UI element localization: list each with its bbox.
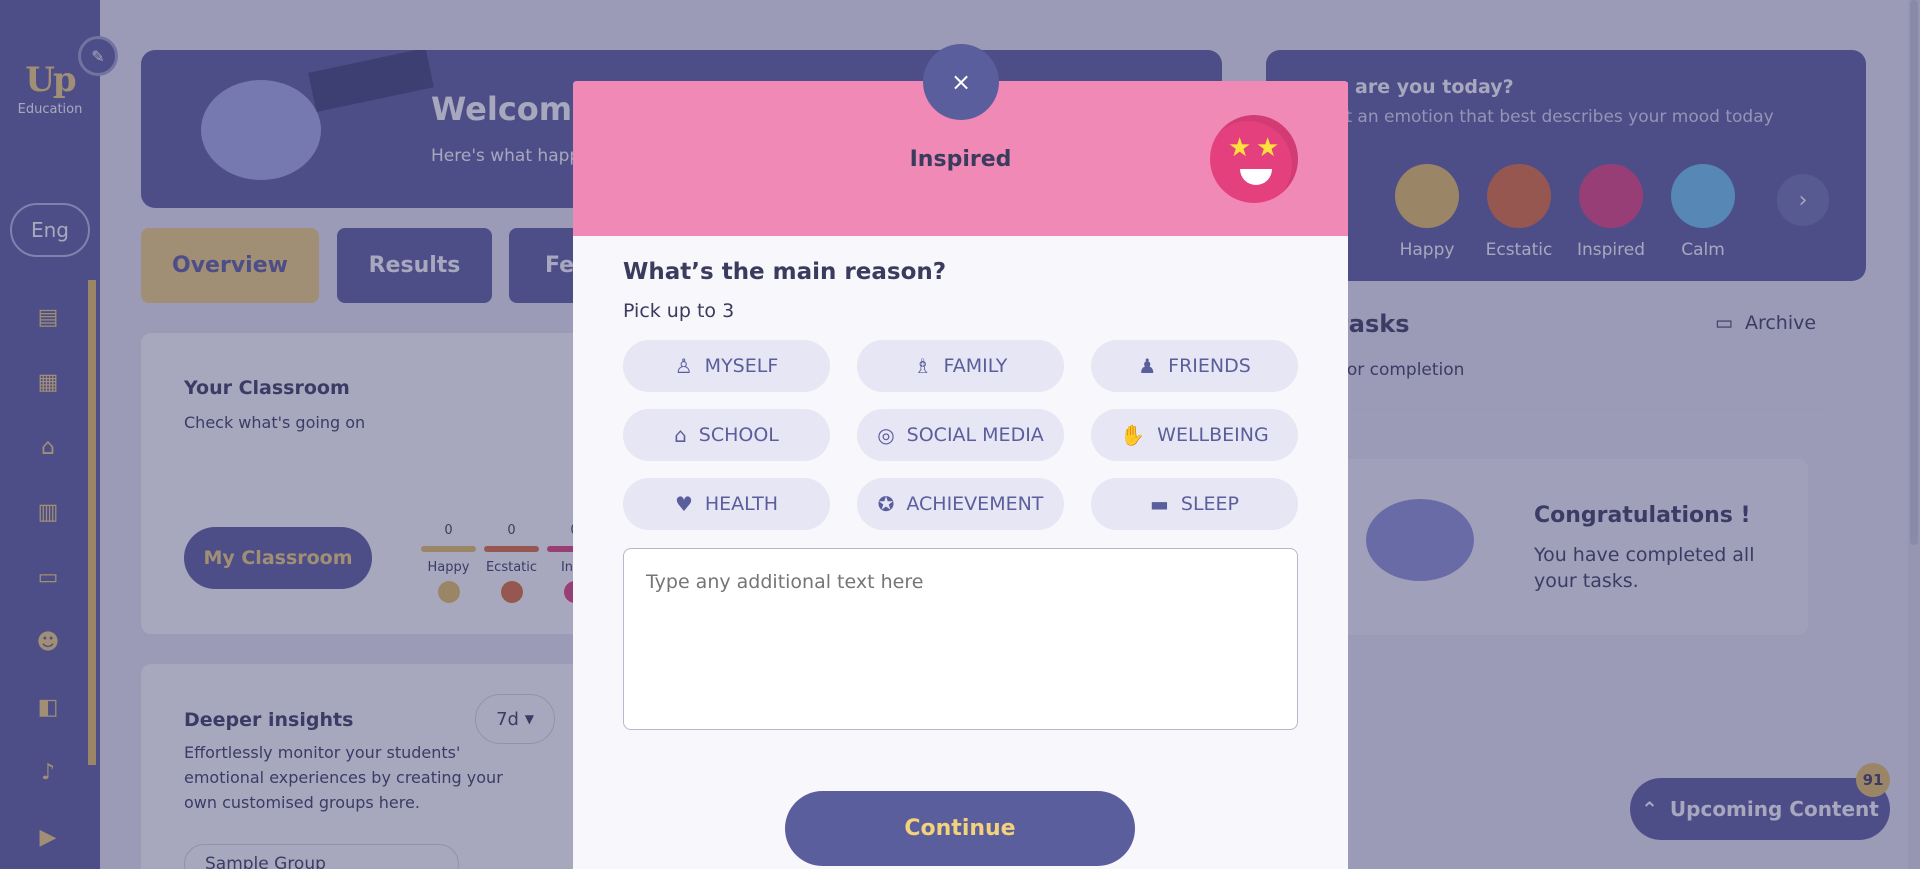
school-icon: ⌂ — [674, 423, 687, 447]
reason-label: SOCIAL MEDIA — [906, 424, 1044, 446]
reason-sleep[interactable]: ▬ SLEEP — [1091, 478, 1298, 530]
reason-achievement[interactable]: ✪ ACHIEVEMENT — [857, 478, 1064, 530]
reason-label: MYSELF — [704, 355, 779, 377]
wellbeing-icon: ✋ — [1120, 423, 1146, 447]
reason-wellbeing[interactable]: ✋ WELLBEING — [1091, 409, 1298, 461]
star-eye-icon: ★ — [1256, 133, 1280, 163]
reason-health[interactable]: ♥ HEALTH — [623, 478, 830, 530]
additional-text-input[interactable] — [623, 548, 1298, 730]
reason-label: ACHIEVEMENT — [906, 493, 1044, 515]
reason-modal: Inspired ★ ★ What’s the main reason? Pic… — [573, 81, 1348, 869]
reason-label: WELLBEING — [1157, 424, 1269, 446]
modal-hint: Pick up to 3 — [623, 300, 735, 322]
reason-label: SCHOOL — [698, 424, 779, 446]
reason-label: SLEEP — [1180, 493, 1240, 515]
social-media-icon: ◎ — [877, 423, 895, 447]
reason-social-media[interactable]: ◎ SOCIAL MEDIA — [857, 409, 1064, 461]
reason-family[interactable]: ♗ FAMILY — [857, 340, 1064, 392]
reason-myself[interactable]: ♙ MYSELF — [623, 340, 830, 392]
person-icon: ♙ — [674, 354, 693, 378]
reason-friends[interactable]: ♟ FRIENDS — [1091, 340, 1298, 392]
modal-question: What’s the main reason? — [623, 259, 947, 285]
reason-label: FRIENDS — [1168, 355, 1251, 377]
continue-button[interactable]: Continue — [785, 791, 1135, 866]
sleep-icon: ▬ — [1149, 492, 1169, 516]
achievement-icon: ✪ — [877, 492, 895, 516]
smile-mouth — [1240, 169, 1272, 185]
reason-school[interactable]: ⌂ SCHOOL — [623, 409, 830, 461]
inspired-face-icon: ★ ★ — [1210, 115, 1298, 203]
friends-icon: ♟ — [1138, 354, 1157, 378]
reason-label: HEALTH — [704, 493, 779, 515]
health-icon: ♥ — [674, 492, 693, 516]
family-icon: ♗ — [913, 354, 932, 378]
close-icon[interactable]: × — [923, 44, 999, 120]
reason-label: FAMILY — [943, 355, 1008, 377]
star-eye-icon: ★ — [1228, 133, 1252, 163]
